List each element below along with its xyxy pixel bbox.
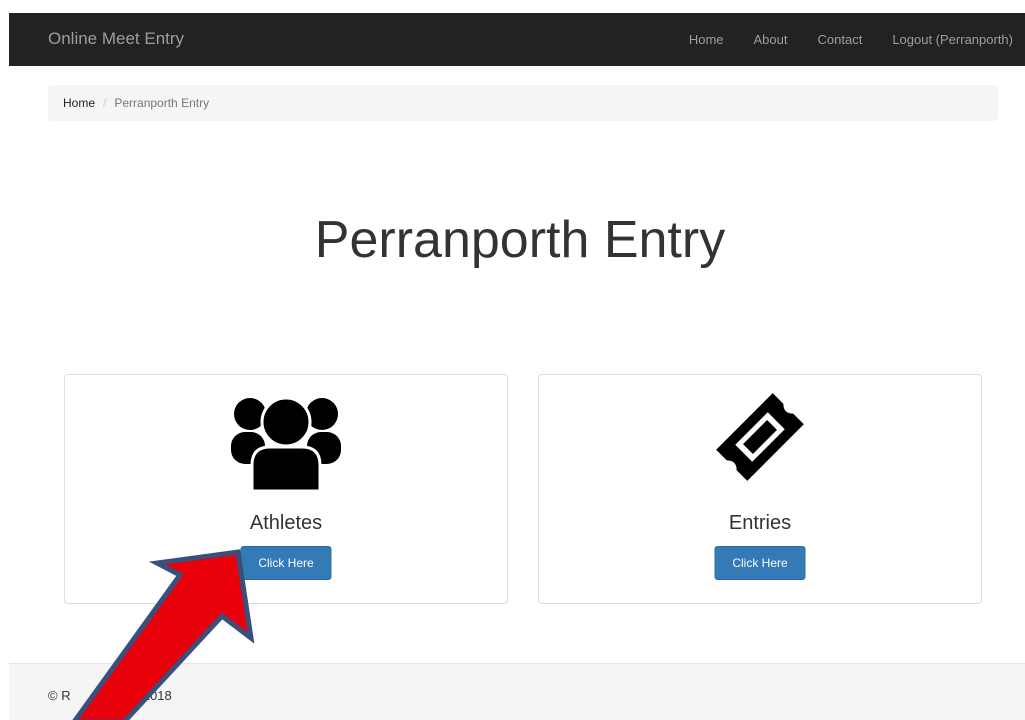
breadcrumb-home-link[interactable]: Home (63, 96, 95, 110)
breadcrumb: Home / Perranporth Entry (48, 85, 998, 121)
nav-link-about[interactable]: About (739, 13, 803, 66)
athletes-card: Athletes Click Here (64, 374, 508, 604)
nav-link-home[interactable]: Home (674, 13, 739, 66)
top-navbar: Online Meet Entry Home About Contact Log… (9, 13, 1025, 66)
entries-click-here-button[interactable]: Click Here (714, 546, 806, 580)
nav-links: Home About Contact Logout (Perranporth) (674, 13, 1025, 66)
entries-card: Entries Click Here (538, 374, 982, 604)
entries-label: Entries (728, 512, 792, 534)
athletes-click-here-button[interactable]: Click Here (240, 546, 332, 580)
footer: © R g 2018 (9, 663, 1025, 720)
page-title: Perranporth Entry (314, 211, 726, 269)
footer-copyright: © R g 2018 (48, 688, 172, 703)
ticket-icon (716, 393, 804, 481)
nav-link-contact[interactable]: Contact (803, 13, 878, 66)
users-icon (231, 396, 341, 493)
nav-link-logout[interactable]: Logout (Perranporth) (877, 13, 1025, 66)
breadcrumb-separator: / (103, 96, 107, 110)
athletes-label: Athletes (249, 512, 323, 534)
breadcrumb-current: Perranporth Entry (114, 96, 210, 110)
brand-link[interactable]: Online Meet Entry (48, 29, 184, 49)
